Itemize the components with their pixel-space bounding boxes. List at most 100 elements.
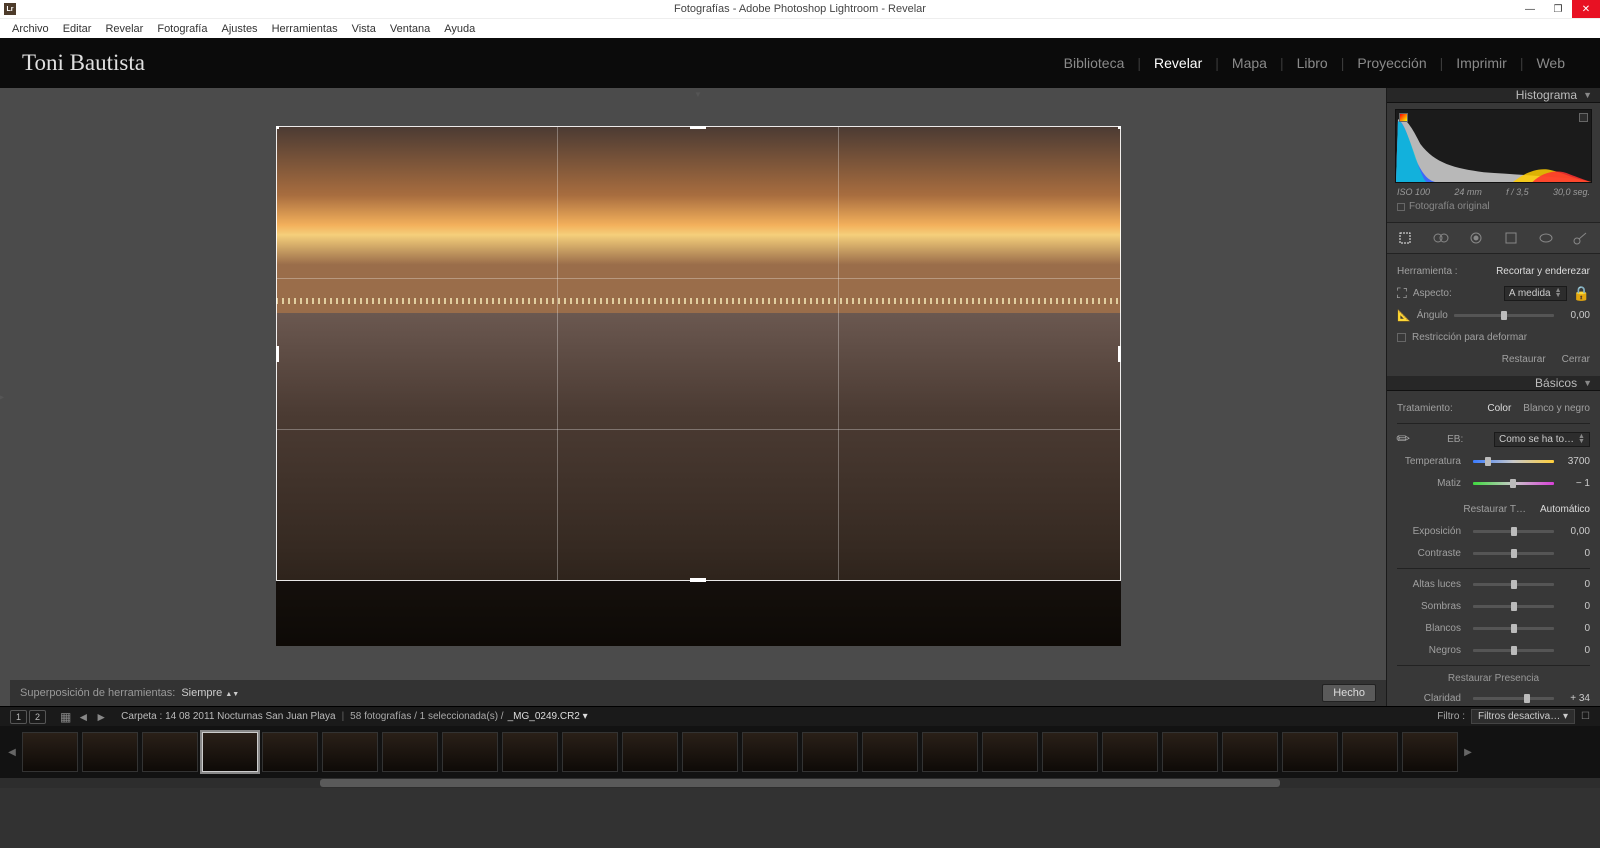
filmstrip-thumb[interactable] xyxy=(442,732,498,772)
original-photo-toggle[interactable]: Fotografía original xyxy=(1395,199,1592,218)
filmstrip-thumb[interactable] xyxy=(322,732,378,772)
minimize-button[interactable]: — xyxy=(1516,0,1544,18)
filmstrip-thumb[interactable] xyxy=(802,732,858,772)
crop-handle-ne[interactable] xyxy=(1118,126,1121,129)
tool-overlay-dropdown[interactable]: Siempre ▲▼ xyxy=(181,687,239,699)
left-panel-toggle-icon[interactable]: ▶ xyxy=(0,393,4,402)
menu-editar[interactable]: Editar xyxy=(57,21,98,37)
collapse-icon[interactable]: ▼ xyxy=(1583,378,1592,388)
whites-value[interactable]: 0 xyxy=(1560,623,1590,634)
tint-slider[interactable] xyxy=(1473,482,1554,485)
folder-path[interactable]: Carpeta : 14 08 2011 Nocturnas San Juan … xyxy=(121,711,335,722)
shadows-slider[interactable] xyxy=(1473,605,1554,608)
shadows-value[interactable]: 0 xyxy=(1560,601,1590,612)
restore-presence-label[interactable]: Restaurar Presencia xyxy=(1397,670,1590,687)
crop-handle-e[interactable] xyxy=(1118,346,1121,362)
wb-dropdown[interactable]: Como se ha to…▲▼ xyxy=(1494,432,1590,447)
angle-ruler-icon[interactable]: 📐 xyxy=(1397,309,1411,322)
contrast-value[interactable]: 0 xyxy=(1560,548,1590,559)
close-button[interactable]: ✕ xyxy=(1572,0,1600,18)
crop-overlay[interactable] xyxy=(276,126,1121,581)
filmstrip-thumb[interactable] xyxy=(562,732,618,772)
filmstrip-thumb[interactable] xyxy=(202,732,258,772)
basics-header[interactable]: Básicos ▼ xyxy=(1387,376,1600,391)
highlights-slider[interactable] xyxy=(1473,583,1554,586)
angle-slider[interactable] xyxy=(1454,314,1554,317)
filter-dropdown[interactable]: Filtros desactiva… ▾ xyxy=(1471,709,1575,724)
blacks-slider[interactable] xyxy=(1473,649,1554,652)
constrain-checkbox[interactable] xyxy=(1397,333,1406,342)
nav-forward-icon[interactable]: ► xyxy=(95,710,107,724)
filmstrip-thumb[interactable] xyxy=(1222,732,1278,772)
grid-view-icon[interactable]: ▦ xyxy=(60,710,71,724)
contrast-slider[interactable] xyxy=(1473,552,1554,555)
tint-value[interactable]: − 1 xyxy=(1560,478,1590,489)
module-biblioteca[interactable]: Biblioteca xyxy=(1051,55,1138,71)
adjustment-brush-icon[interactable] xyxy=(1570,229,1592,247)
filmstrip-right-arrow[interactable]: ▶ xyxy=(1462,747,1474,758)
filmstrip-thumb[interactable] xyxy=(1102,732,1158,772)
menu-ventana[interactable]: Ventana xyxy=(384,21,436,37)
filmstrip-thumb[interactable] xyxy=(382,732,438,772)
highlights-value[interactable]: 0 xyxy=(1560,579,1590,590)
radial-filter-icon[interactable] xyxy=(1535,229,1557,247)
menu-ayuda[interactable]: Ayuda xyxy=(438,21,481,37)
filmstrip-left-arrow[interactable]: ◀ xyxy=(6,747,18,758)
filmstrip-thumb[interactable] xyxy=(1402,732,1458,772)
aspect-dropdown[interactable]: A medida▲▼ xyxy=(1504,286,1567,301)
eyedropper-icon[interactable]: ✎ xyxy=(1392,427,1416,451)
crop-handle-s[interactable] xyxy=(690,578,706,582)
module-libro[interactable]: Libro xyxy=(1284,55,1341,71)
spot-removal-icon[interactable] xyxy=(1430,229,1452,247)
crop-frame-icon[interactable]: ⛶ xyxy=(1397,285,1407,302)
crop-handle-nw[interactable] xyxy=(276,126,279,129)
histogram-header[interactable]: Histograma ▼ xyxy=(1387,88,1600,103)
filmstrip-thumb[interactable] xyxy=(22,732,78,772)
module-revelar[interactable]: Revelar xyxy=(1141,55,1215,71)
maximize-button[interactable]: ❐ xyxy=(1544,0,1572,18)
treatment-color[interactable]: Color xyxy=(1487,403,1511,414)
exposure-slider[interactable] xyxy=(1473,530,1554,533)
exposure-value[interactable]: 0,00 xyxy=(1560,526,1590,537)
treatment-bw[interactable]: Blanco y negro xyxy=(1523,403,1590,414)
clarity-value[interactable]: + 34 xyxy=(1560,693,1590,704)
module-proyeccion[interactable]: Proyección xyxy=(1344,55,1439,71)
crop-handle-n[interactable] xyxy=(690,126,706,129)
collapse-icon[interactable]: ▼ xyxy=(1583,90,1592,100)
filmstrip-thumb[interactable] xyxy=(1042,732,1098,772)
menu-vista[interactable]: Vista xyxy=(346,21,382,37)
auto-link[interactable]: Automático xyxy=(1540,504,1590,515)
filmstrip-scrollbar[interactable] xyxy=(0,778,1600,788)
done-button[interactable]: Hecho xyxy=(1322,684,1376,702)
filmstrip-thumb[interactable] xyxy=(1342,732,1398,772)
menu-revelar[interactable]: Revelar xyxy=(99,21,149,37)
filmstrip-thumb[interactable] xyxy=(82,732,138,772)
checkbox-icon[interactable] xyxy=(1397,203,1405,211)
highlight-clipping-icon[interactable] xyxy=(1579,113,1588,122)
window-nav-2[interactable]: 2 xyxy=(29,710,46,724)
filmstrip-thumb[interactable] xyxy=(502,732,558,772)
filmstrip-thumb[interactable] xyxy=(982,732,1038,772)
module-web[interactable]: Web xyxy=(1523,55,1578,71)
filter-lock-icon[interactable]: ☐ xyxy=(1581,711,1590,722)
filmstrip-thumb[interactable] xyxy=(142,732,198,772)
filmstrip-thumb[interactable] xyxy=(1282,732,1338,772)
whites-slider[interactable] xyxy=(1473,627,1554,630)
module-mapa[interactable]: Mapa xyxy=(1219,55,1280,71)
crop-tool-icon[interactable] xyxy=(1395,229,1417,247)
scrollbar-thumb[interactable] xyxy=(320,779,1280,787)
restore-tone-link[interactable]: Restaurar T… xyxy=(1463,504,1526,515)
menu-fotografia[interactable]: Fotografía xyxy=(151,21,213,37)
redeye-tool-icon[interactable] xyxy=(1465,229,1487,247)
shadow-clipping-icon[interactable] xyxy=(1399,113,1408,122)
histogram-graph[interactable] xyxy=(1395,109,1592,183)
menu-ajustes[interactable]: Ajustes xyxy=(215,21,263,37)
crop-handle-w[interactable] xyxy=(276,346,279,362)
crop-close-link[interactable]: Cerrar xyxy=(1562,354,1590,365)
window-nav-1[interactable]: 1 xyxy=(10,710,27,724)
filmstrip-thumb[interactable] xyxy=(862,732,918,772)
filmstrip-thumb[interactable] xyxy=(1162,732,1218,772)
photo-preview[interactable] xyxy=(276,126,1121,646)
graduated-filter-icon[interactable] xyxy=(1500,229,1522,247)
menu-herramientas[interactable]: Herramientas xyxy=(266,21,344,37)
